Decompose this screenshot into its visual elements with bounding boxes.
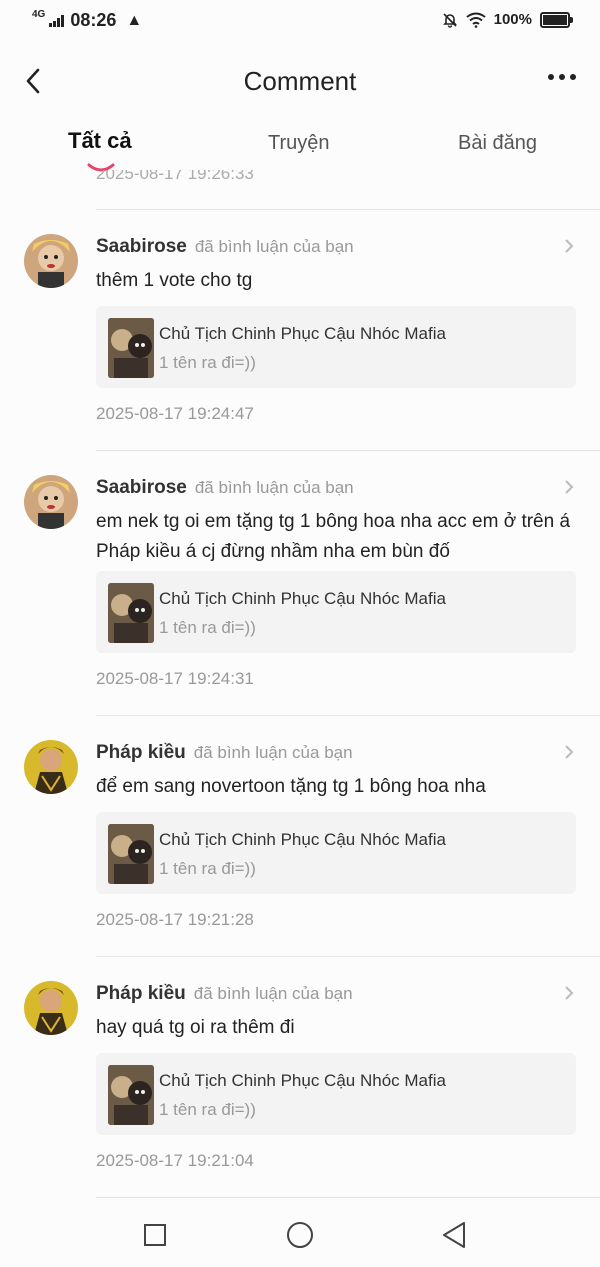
status-bar: 4G 08:26 ▲ 100% — [0, 0, 600, 44]
story-card[interactable]: Chủ Tịch Chinh Phục Cậu Nhóc Mafia 1 tên… — [96, 571, 576, 653]
story-card[interactable]: Chủ Tịch Chinh Phục Cậu Nhóc Mafia 1 tên… — [96, 1053, 576, 1135]
avatar[interactable] — [24, 475, 78, 529]
tab-stories[interactable]: Truyện — [268, 132, 330, 155]
status-right: 100% — [442, 11, 573, 28]
story-title: Chủ Tịch Chinh Phục Cậu Nhóc Mafia — [159, 1071, 446, 1090]
chevron-right-icon[interactable] — [562, 477, 576, 497]
comment-text: để em sang novertoon tặng tg 1 bông hoa … — [96, 776, 486, 797]
avatar[interactable] — [24, 234, 78, 288]
battery-icon — [540, 11, 573, 28]
story-subtitle: 1 tên ra đi=)) — [159, 353, 256, 372]
list-item[interactable]: Pháp kiều đã bình luận của bạn để em sang… — [0, 740, 600, 940]
story-subtitle: 1 tên ra đi=)) — [159, 1100, 256, 1119]
commenter-name[interactable]: Pháp kiều đã bình luận của bạn — [96, 983, 353, 1005]
story-cover — [108, 824, 154, 884]
battery-percent: 100% — [493, 11, 532, 28]
chevron-right-icon[interactable] — [562, 742, 576, 762]
tab-posts[interactable]: Bài đăng — [458, 132, 537, 155]
network-type: 4G — [32, 9, 46, 20]
story-title: Chủ Tịch Chinh Phục Cậu Nhóc Mafia — [159, 324, 446, 343]
signal-icon — [49, 14, 65, 27]
triangle-back-icon[interactable] — [440, 1220, 470, 1250]
list-item[interactable]: Pháp kiều đã bình luận của bạn hay quá tg… — [0, 981, 600, 1181]
partial-timestamp: 2025-08-17 19:26:33 — [96, 170, 254, 183]
story-cover — [108, 318, 154, 378]
chevron-right-icon[interactable] — [562, 236, 576, 256]
comment-timestamp: 2025-08-17 19:21:04 — [96, 1151, 254, 1170]
avatar[interactable] — [24, 740, 78, 794]
list-item[interactable]: Saabirose đã bình luận của bạn thêm 1 vot… — [0, 234, 600, 434]
story-card[interactable]: Chủ Tịch Chinh Phục Cậu Nhóc Mafia 1 tên… — [96, 306, 576, 388]
comment-timestamp: 2025-08-17 19:24:47 — [96, 404, 254, 423]
story-subtitle: 1 tên ra đi=)) — [159, 859, 256, 878]
status-time: 08:26 — [70, 10, 117, 30]
status-left: 4G 08:26 ▲ — [32, 9, 143, 31]
commenter-name[interactable]: Pháp kiều đã bình luận của bạn — [96, 742, 353, 764]
square-icon[interactable] — [140, 1220, 170, 1250]
story-title: Chủ Tịch Chinh Phục Cậu Nhóc Mafia — [159, 589, 446, 608]
warning-icon: ▲ — [126, 11, 143, 29]
commenter-name[interactable]: Saabirose đã bình luận của bạn — [96, 236, 354, 258]
system-nav-bar — [0, 1200, 600, 1267]
comment-timestamp: 2025-08-17 19:24:31 — [96, 669, 254, 688]
divider — [96, 450, 600, 451]
divider — [96, 715, 600, 716]
avatar[interactable] — [24, 981, 78, 1035]
divider — [96, 1197, 600, 1198]
chevron-right-icon[interactable] — [562, 983, 576, 1003]
comment-text: thêm 1 vote cho tg — [96, 270, 253, 291]
app-header: Comment — [0, 56, 600, 106]
story-cover — [108, 583, 154, 643]
bell-off-icon — [442, 12, 457, 28]
divider — [96, 209, 600, 210]
comment-timestamp: 2025-08-17 19:21:28 — [96, 910, 254, 929]
wifi-icon — [466, 12, 486, 28]
divider — [96, 956, 600, 957]
commenter-name[interactable]: Saabirose đã bình luận của bạn — [96, 477, 354, 499]
tab-all[interactable]: Tất cả — [68, 128, 132, 154]
tab-bar: Tất cả Truyện Bài đăng — [0, 128, 600, 174]
comment-text: em nek tg oi em tặng tg 1 bông hoa nha a… — [96, 511, 571, 562]
comment-list[interactable]: 2025-08-17 19:26:33 Saabirose đã bình luậ… — [0, 170, 600, 1200]
story-cover — [108, 1065, 154, 1125]
story-subtitle: 1 tên ra đi=)) — [159, 618, 256, 637]
story-title: Chủ Tịch Chinh Phục Cậu Nhóc Mafia — [159, 830, 446, 849]
story-card[interactable]: Chủ Tịch Chinh Phục Cậu Nhóc Mafia 1 tên… — [96, 812, 576, 894]
page-title: Comment — [243, 66, 357, 96]
circle-icon[interactable] — [285, 1220, 315, 1250]
list-item[interactable]: Saabirose đã bình luận của bạn em nek tg … — [0, 475, 600, 705]
more-dots-icon[interactable] — [548, 74, 576, 80]
comment-text: hay quá tg oi ra thêm đi — [96, 1017, 295, 1038]
